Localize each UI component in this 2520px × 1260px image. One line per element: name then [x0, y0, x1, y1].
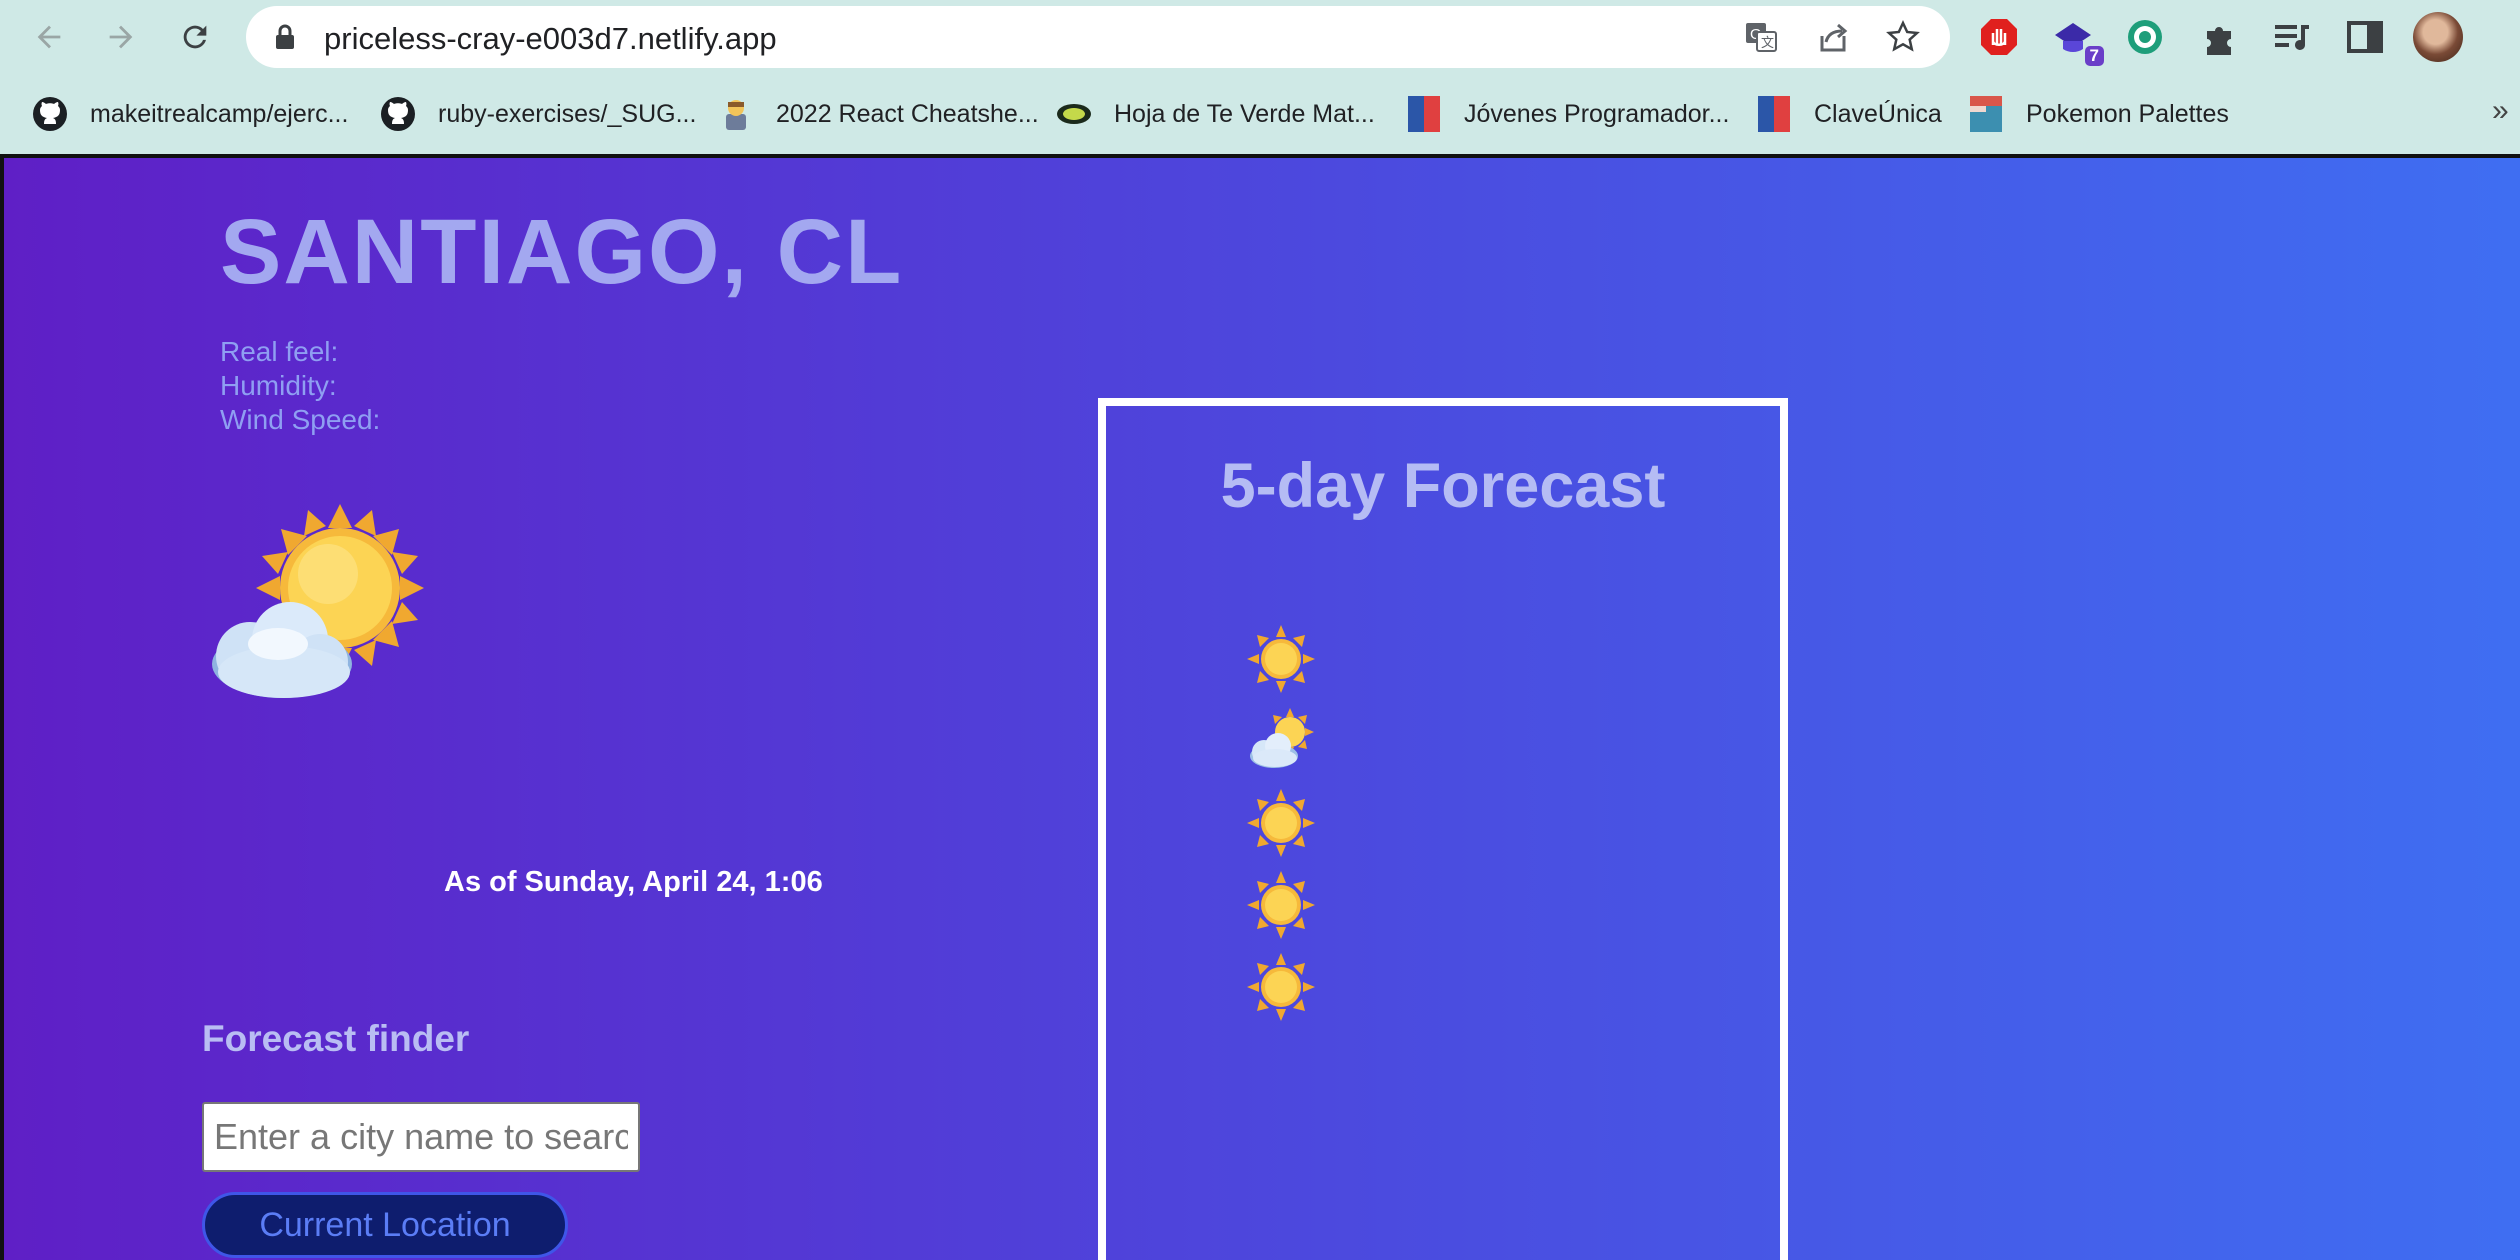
weather-page: SANTIAGO, CL Real feel: Humidity: Wind S…: [0, 154, 2520, 1260]
leaf-icon: [1057, 104, 1091, 124]
side-panel-icon[interactable]: [2344, 16, 2386, 58]
bookmark-label: ruby-exercises/_SUG...: [438, 99, 697, 128]
five-day-forecast-panel: 5-day Forecast: [1098, 398, 1788, 1260]
city-search-input[interactable]: [202, 1102, 640, 1172]
sun-icon: [1247, 625, 1315, 693]
browser-toolbar: priceless-cray-e003d7.netlify.app G 文 7: [0, 0, 2520, 74]
bookmark-label: Jóvenes Programador...: [1464, 99, 1730, 128]
bookmark-item[interactable]: makeitrealcamp/ejerc...: [32, 92, 348, 136]
palette-icon: [1970, 96, 2002, 132]
media-playlist-icon[interactable]: [2270, 16, 2312, 58]
share-icon[interactable]: [1816, 20, 1850, 54]
bookmark-star-icon[interactable]: [1886, 20, 1920, 54]
extensions-puzzle-icon[interactable]: [2198, 16, 2240, 58]
forecast-title: 5-day Forecast: [1220, 451, 1666, 521]
forecast-finder-title: Forecast finder: [202, 1018, 470, 1059]
bookmark-item[interactable]: ClaveÚnica: [1756, 92, 1942, 136]
flag-icon: [1758, 96, 1790, 132]
bookmark-item[interactable]: Jóvenes Programador...: [1406, 92, 1729, 136]
bookmarks-bar: makeitrealcamp/ejerc... ruby-exercises/_…: [0, 74, 2520, 154]
bookmarks-overflow-icon[interactable]: »: [2492, 94, 2509, 128]
wind-speed-label: Wind Speed:: [220, 404, 381, 435]
back-icon[interactable]: [26, 14, 72, 60]
github-icon: [33, 97, 67, 131]
current-location-button[interactable]: Current Location: [202, 1192, 568, 1258]
translate-icon[interactable]: G 文: [1744, 20, 1778, 54]
github-icon: [381, 97, 415, 131]
reload-icon[interactable]: [172, 14, 218, 60]
bookmark-label: 2022 React Cheatshe...: [776, 99, 1039, 128]
extension-target-icon[interactable]: [2124, 16, 2166, 58]
adblock-icon[interactable]: [1978, 16, 2020, 58]
city-title: SANTIAGO, CL: [220, 201, 904, 303]
sun-behind-cloud-icon: [1250, 708, 1314, 768]
bookmark-label: Pokemon Palettes: [2026, 99, 2229, 128]
bookmark-item[interactable]: Pokemon Palettes: [1968, 92, 2229, 136]
bookmark-item[interactable]: Hoja de Te Verde Mat...: [1056, 92, 1375, 136]
bookmark-label: ClaveÚnica: [1814, 99, 1942, 128]
forward-icon[interactable]: [98, 14, 144, 60]
extension-graduation-icon[interactable]: 7: [2052, 16, 2104, 66]
profile-avatar[interactable]: [2413, 12, 2463, 62]
sun-icon: [1247, 953, 1315, 1021]
last-updated-text: As of Sunday, April 24, 1:06: [444, 866, 823, 898]
address-bar[interactable]: priceless-cray-e003d7.netlify.app G 文: [246, 6, 1950, 68]
bookmark-item[interactable]: ruby-exercises/_SUG...: [380, 92, 696, 136]
humidity-label: Humidity:: [220, 370, 337, 401]
svg-text:文: 文: [1761, 35, 1774, 50]
extension-badge: 7: [2084, 46, 2104, 66]
sun-behind-cloud-icon: [212, 504, 424, 698]
bookmark-label: makeitrealcamp/ejerc...: [90, 99, 349, 128]
flag-icon: [1408, 96, 1440, 132]
sun-icon: [1247, 871, 1315, 939]
character-icon: [726, 100, 746, 130]
bookmark-item[interactable]: 2022 React Cheatshe...: [718, 92, 1039, 136]
lock-icon: [276, 24, 294, 49]
url-text: priceless-cray-e003d7.netlify.app: [324, 21, 777, 56]
sun-icon: [1247, 789, 1315, 857]
bookmark-label: Hoja de Te Verde Mat...: [1114, 99, 1375, 128]
real-feel-label: Real feel:: [220, 336, 339, 367]
